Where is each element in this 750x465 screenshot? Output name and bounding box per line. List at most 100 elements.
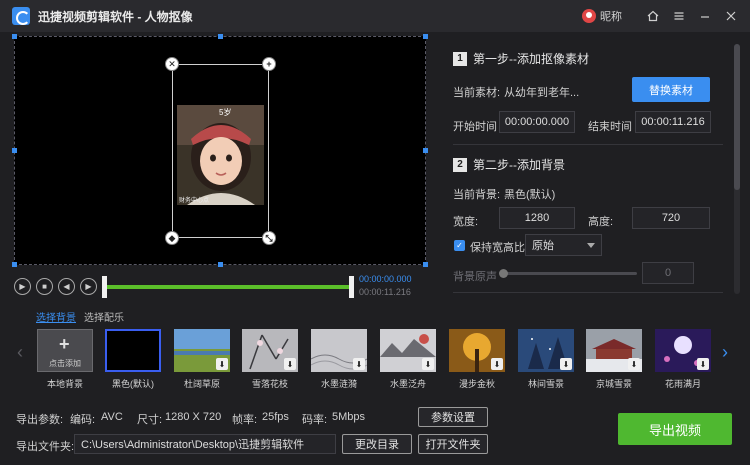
bg-thumb-ink-boat[interactable]: ⬇ <box>380 329 436 372</box>
background-carousel: ‹ › + 点击添加 本地背景 黑色(默认) ⬇ 杜阔草原 ⬇ 雪落花枝 ⬇ 水… <box>0 322 750 392</box>
divider <box>453 144 723 145</box>
panel-scroll-thumb[interactable] <box>734 44 740 190</box>
replace-material-button[interactable]: 替换素材 <box>632 77 710 102</box>
codec-value: AVC <box>101 411 123 423</box>
resize-handle[interactable] <box>12 34 17 39</box>
play-icon[interactable]: ▶ <box>14 278 31 295</box>
trim-end-handle[interactable] <box>349 276 354 298</box>
thumb-label: 京城雪景 <box>595 379 632 389</box>
add-layer-icon[interactable]: + <box>262 57 276 71</box>
start-time-label: 开始时间 <box>453 121 497 133</box>
divider <box>453 292 723 293</box>
download-icon[interactable]: ⬇ <box>628 358 640 370</box>
scale-clip-icon[interactable]: ⤡ <box>262 231 276 245</box>
end-time-label: 结束时间 <box>588 121 632 133</box>
add-local-bg-button[interactable]: + 点击添加 <box>37 329 93 372</box>
export-bar: 导出参数: 编码: AVC 尺寸: 1280 X 720 帧率: 25fps 码… <box>0 396 750 465</box>
bg-thumb-capital-snow[interactable]: ⬇ <box>586 329 642 372</box>
resize-handle[interactable] <box>423 262 428 267</box>
thumb-label: 黑色(默认) <box>112 379 154 389</box>
keyed-subject-image: 5岁 财务中心点 <box>177 105 264 205</box>
stop-icon[interactable]: ■ <box>36 278 53 295</box>
bg-audio-slider[interactable] <box>501 272 637 275</box>
bg-thumb-black[interactable] <box>105 329 161 372</box>
delete-clip-icon[interactable]: ✕ <box>165 57 179 71</box>
thumb-label: 水墨泛舟 <box>389 379 426 389</box>
thumb-label: 本地背景 <box>46 379 83 389</box>
close-icon[interactable] <box>720 5 742 27</box>
bg-audio-label: 背景原声 <box>453 271 497 283</box>
download-icon[interactable]: ⬇ <box>216 358 228 370</box>
thumb-label: 水墨涟漪 <box>320 379 357 389</box>
step2-title: 第二步--添加背景 <box>473 158 565 172</box>
plus-icon: + <box>59 334 70 354</box>
thumb-label: 林间雪景 <box>527 379 564 389</box>
prev-frame-icon[interactable]: ◀ <box>58 278 75 295</box>
thumb-label: 漫步金秋 <box>458 379 495 389</box>
height-field[interactable]: 720 <box>632 207 710 229</box>
download-icon[interactable]: ⬇ <box>284 358 296 370</box>
resize-handle[interactable] <box>423 34 428 39</box>
keep-ratio-label: 保持宽高比 <box>470 242 525 254</box>
export-folder-field[interactable]: C:\Users\Administrator\Desktop\迅捷剪辑软件 <box>74 434 336 454</box>
step2-header: 2 第二步--添加背景 <box>453 156 565 173</box>
end-time-field[interactable]: 00:00:11.216 <box>635 111 711 133</box>
ratio-select[interactable]: 原始 <box>525 234 602 256</box>
download-icon[interactable]: ⬇ <box>353 358 365 370</box>
resize-handle[interactable] <box>218 262 223 267</box>
clip-transform-frame[interactable]: 5岁 财务中心点 ✕ + ◆ ⤡ <box>165 57 276 245</box>
keep-ratio-checkbox[interactable]: ✓ <box>454 240 465 251</box>
download-icon[interactable]: ⬇ <box>560 358 572 370</box>
step1-header: 1 第一步--添加抠像素材 <box>453 50 589 67</box>
user-avatar-icon <box>582 9 596 23</box>
add-local-bg-text: 点击添加 <box>49 359 81 368</box>
size-value: 1280 X 720 <box>165 411 222 423</box>
chevron-left-icon[interactable]: ‹ <box>17 342 23 363</box>
resize-handle[interactable] <box>12 148 17 153</box>
export-video-button[interactable]: 导出视频 <box>618 413 732 445</box>
bg-thumb-blossom-moon[interactable]: ⬇ <box>655 329 711 372</box>
resize-handle[interactable] <box>423 148 428 153</box>
resize-handle[interactable] <box>218 34 223 39</box>
fps-value: 25fps <box>262 411 289 423</box>
bg-thumb-ink-ripple[interactable]: ⬇ <box>311 329 367 372</box>
open-folder-button[interactable]: 打开文件夹 <box>418 434 488 454</box>
param-settings-button[interactable]: 参数设置 <box>418 407 488 427</box>
current-bg-value: 黑色(默认) <box>504 189 556 201</box>
home-icon[interactable] <box>642 5 664 27</box>
menu-icon[interactable] <box>668 5 690 27</box>
download-icon[interactable]: ⬇ <box>491 358 503 370</box>
height-label: 高度: <box>588 216 614 228</box>
bg-thumb-grassland[interactable]: ⬇ <box>174 329 230 372</box>
bg-audio-slider-knob[interactable] <box>499 269 508 278</box>
flip-clip-icon[interactable]: ◆ <box>165 231 179 245</box>
bg-thumb-snow-blossom[interactable]: ⬇ <box>242 329 298 372</box>
user-nickname: 昵称 <box>600 11 622 23</box>
playback-bar: ▶ ■ ◀ ▶ 00:00:00.000 00:00:11.216 <box>14 272 426 302</box>
thumb-label: 杜阔草原 <box>183 379 220 389</box>
app-logo-icon <box>12 7 30 25</box>
panel-scrollbar[interactable] <box>734 44 740 294</box>
current-time: 00:00:00.000 <box>359 274 412 284</box>
trim-start-handle[interactable] <box>102 276 107 298</box>
bg-thumb-forest-snow[interactable]: ⬇ <box>518 329 574 372</box>
minimize-icon[interactable] <box>694 5 716 27</box>
photo-caption: 财务中心点 <box>179 198 210 204</box>
user-account[interactable]: 昵称 <box>582 8 622 24</box>
resize-handle[interactable] <box>12 262 17 267</box>
timeline-track[interactable] <box>104 285 352 289</box>
width-field[interactable]: 1280 <box>499 207 575 229</box>
bg-audio-field[interactable]: 0 <box>642 262 694 284</box>
next-frame-icon[interactable]: ▶ <box>80 278 97 295</box>
download-icon[interactable]: ⬇ <box>697 358 709 370</box>
size-label: 尺寸: <box>137 414 163 426</box>
chevron-right-icon[interactable]: › <box>722 342 728 363</box>
bg-thumb-golden-autumn[interactable]: ⬇ <box>449 329 505 372</box>
preview-canvas[interactable]: 5岁 财务中心点 ✕ + ◆ ⤡ <box>12 34 428 267</box>
settings-panel: 1 第一步--添加抠像素材 当前素材: 从幼年到老年... 替换素材 开始时间 … <box>443 36 733 298</box>
total-time: 00:00:11.216 <box>359 287 411 297</box>
start-time-field[interactable]: 00:00:00.000 <box>499 111 575 133</box>
title-bar: 迅捷视频剪辑软件 - 人物抠像 昵称 <box>0 0 750 32</box>
download-icon[interactable]: ⬇ <box>422 358 434 370</box>
change-dir-button[interactable]: 更改目录 <box>342 434 412 454</box>
